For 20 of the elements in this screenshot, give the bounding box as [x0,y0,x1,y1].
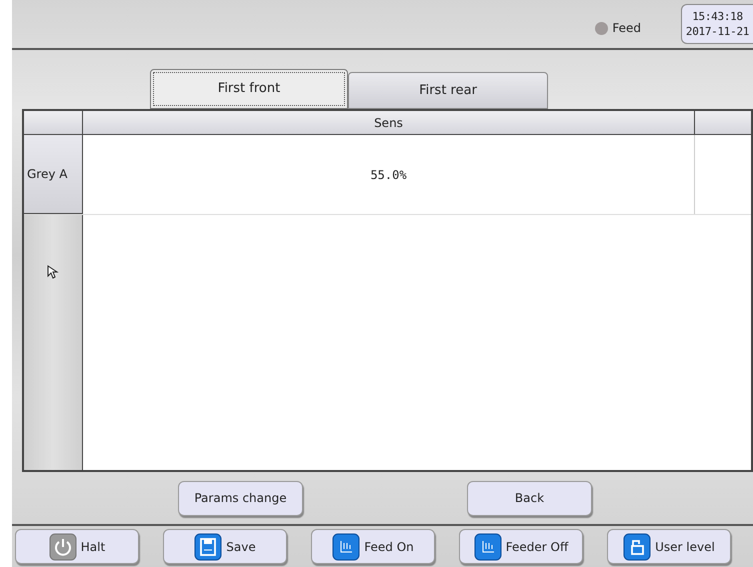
save-icon [194,532,222,560]
tab[interactable]: First front [150,69,348,109]
chart-icon [474,532,502,560]
toolbar-button[interactable]: Halt [15,529,139,564]
action-button[interactable]: Back [467,480,592,516]
toolbar-button[interactable]: Save [163,529,287,564]
power-icon [48,532,77,560]
row-header: Grey A [24,135,83,214]
unlock-icon [623,532,652,560]
indicator-label: Feed [612,20,641,37]
table-cell: 55.0% [83,135,695,214]
cursor-icon [47,265,59,279]
toolbar-button[interactable]: Feeder Off [459,529,583,564]
toolbar-button[interactable]: Feed On [311,529,435,564]
chart-icon [332,532,360,560]
tab[interactable]: First rear [348,72,548,109]
column-header: Sens [83,111,695,134]
clock-display: 15:43:18 2017-11-21 [681,4,753,44]
action-button[interactable]: Params change [178,480,303,516]
toolbar-button[interactable]: User level [607,529,731,564]
